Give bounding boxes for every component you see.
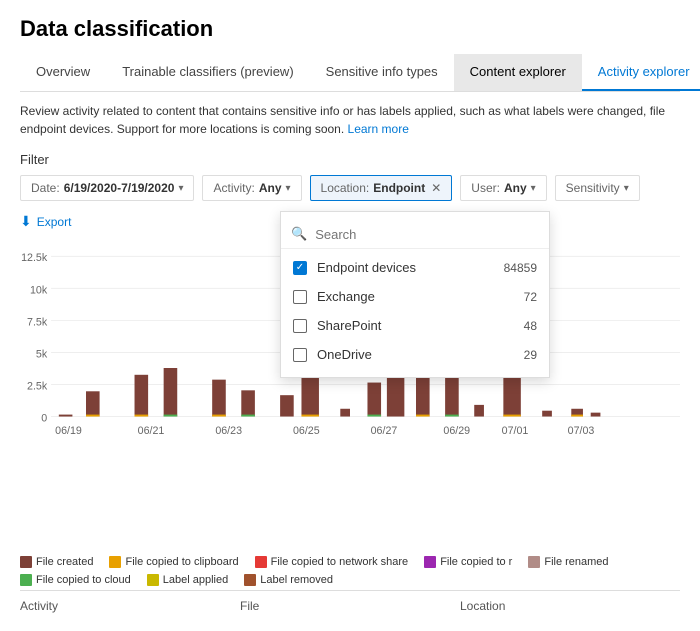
exchange-label: Exchange — [317, 289, 524, 304]
tab-content-explorer[interactable]: Content explorer — [454, 54, 582, 91]
description-text: Review activity related to content that … — [20, 104, 665, 118]
svg-text:07/01: 07/01 — [502, 425, 529, 437]
tab-trainable[interactable]: Trainable classifiers (preview) — [106, 54, 309, 91]
sensitivity-filter[interactable]: Sensitivity ▾ — [555, 175, 640, 201]
filter-bar: Date: 6/19/2020-7/19/2020 ▾ Activity: An… — [20, 175, 680, 201]
svg-text:06/19: 06/19 — [55, 425, 82, 437]
legend-color-file-created — [20, 556, 32, 568]
location-label: Location: — [321, 181, 370, 195]
page-title: Data classification — [20, 16, 680, 42]
export-label: Export — [37, 215, 72, 229]
location-close-icon[interactable]: ✕ — [431, 181, 441, 195]
tab-overview[interactable]: Overview — [20, 54, 106, 91]
activity-label: Activity: — [213, 181, 254, 195]
footer-col-location: Location — [460, 599, 680, 613]
svg-text:06/29: 06/29 — [443, 425, 470, 437]
svg-text:2.5k: 2.5k — [27, 380, 48, 392]
user-arrow-icon: ▾ — [531, 183, 536, 194]
svg-text:0: 0 — [41, 412, 47, 424]
footer-col-activity: Activity — [20, 599, 240, 613]
legend-color-file-renamed — [528, 556, 540, 568]
legend-item-file-copied-network: File copied to network share — [255, 556, 409, 568]
sharepoint-label: SharePoint — [317, 318, 524, 333]
footer-bar: Activity File Location — [20, 590, 680, 613]
search-icon: 🔍 — [291, 226, 307, 242]
description-text2: endpoint devices. Support for more locat… — [20, 122, 344, 136]
svg-text:10k: 10k — [30, 284, 48, 296]
legend-label-file-created: File created — [36, 556, 93, 568]
user-label: User: — [471, 181, 500, 195]
exchange-checkbox[interactable] — [293, 290, 307, 304]
onedrive-label: OneDrive — [317, 347, 524, 362]
date-arrow-icon: ▾ — [178, 183, 183, 194]
svg-text:5k: 5k — [36, 348, 48, 360]
location-dropdown: 🔍 Endpoint devices 84859 Exchange 72 Sha… — [280, 211, 550, 378]
date-value: 6/19/2020-7/19/2020 — [64, 181, 175, 195]
legend-label-file-copied-cloud: File copied to cloud — [36, 574, 131, 586]
tab-bar: Overview Trainable classifiers (preview)… — [20, 54, 680, 92]
date-filter[interactable]: Date: 6/19/2020-7/19/2020 ▾ — [20, 175, 194, 201]
svg-text:06/25: 06/25 — [293, 425, 320, 437]
learn-more-link[interactable]: Learn more — [348, 122, 409, 136]
activity-filter[interactable]: Activity: Any ▾ — [202, 175, 301, 201]
export-icon: ⬇ — [20, 213, 32, 230]
dropdown-item-sharepoint[interactable]: SharePoint 48 — [281, 311, 549, 340]
legend-item-file-copied-r: File copied to r — [424, 556, 512, 568]
onedrive-checkbox[interactable] — [293, 348, 307, 362]
legend-item-label-removed: Label removed — [244, 574, 333, 586]
description: Review activity related to content that … — [20, 102, 680, 138]
svg-text:7.5k: 7.5k — [27, 316, 48, 328]
endpoint-label: Endpoint devices — [317, 260, 504, 275]
svg-text:06/21: 06/21 — [138, 425, 165, 437]
endpoint-count: 84859 — [504, 261, 537, 275]
svg-text:06/27: 06/27 — [371, 425, 398, 437]
legend-label-label-removed: Label removed — [260, 574, 333, 586]
dropdown-item-exchange[interactable]: Exchange 72 — [281, 282, 549, 311]
onedrive-count: 29 — [524, 348, 537, 362]
legend-color-file-copied-clipboard — [109, 556, 121, 568]
location-value: Endpoint — [373, 181, 425, 195]
sensitivity-arrow-icon: ▾ — [624, 183, 629, 194]
legend-label-file-copied-r: File copied to r — [440, 556, 512, 568]
sharepoint-count: 48 — [524, 319, 537, 333]
legend-item-file-copied-cloud: File copied to cloud — [20, 574, 131, 586]
svg-text:06/23: 06/23 — [215, 425, 242, 437]
svg-text:07/03: 07/03 — [568, 425, 595, 437]
legend-item-label-applied: Label applied — [147, 574, 228, 586]
svg-text:12.5k: 12.5k — [21, 252, 48, 264]
filter-label: Filter — [20, 152, 680, 167]
legend-label-file-copied-clipboard: File copied to clipboard — [125, 556, 238, 568]
legend-label-label-applied: Label applied — [163, 574, 228, 586]
tab-activity-explorer[interactable]: Activity explorer — [582, 54, 700, 91]
user-value: Any — [504, 181, 527, 195]
exchange-count: 72 — [524, 290, 537, 304]
activity-arrow-icon: ▾ — [286, 183, 291, 194]
legend-label-file-renamed: File renamed — [544, 556, 608, 568]
tab-sensitive-info[interactable]: Sensitive info types — [310, 54, 454, 91]
legend-item-file-renamed: File renamed — [528, 556, 608, 568]
legend-item-file-copied-clipboard: File copied to clipboard — [109, 556, 238, 568]
legend-color-file-copied-network — [255, 556, 267, 568]
legend-color-file-copied-r — [424, 556, 436, 568]
sharepoint-checkbox[interactable] — [293, 319, 307, 333]
legend-color-file-copied-cloud — [20, 574, 32, 586]
legend-color-label-removed — [244, 574, 256, 586]
date-label: Date: — [31, 181, 60, 195]
legend-item-file-created: File created — [20, 556, 93, 568]
user-filter[interactable]: User: Any ▾ — [460, 175, 546, 201]
footer-col-file: File — [240, 599, 460, 613]
legend-label-file-copied-network: File copied to network share — [271, 556, 409, 568]
endpoint-checkbox[interactable] — [293, 261, 307, 275]
sensitivity-label: Sensitivity — [566, 181, 620, 195]
dropdown-item-endpoint[interactable]: Endpoint devices 84859 — [281, 253, 549, 282]
search-input[interactable] — [315, 227, 539, 242]
activity-value: Any — [259, 181, 282, 195]
dropdown-item-onedrive[interactable]: OneDrive 29 — [281, 340, 549, 369]
chart-legend: File created File copied to clipboard Fi… — [20, 556, 680, 586]
location-filter[interactable]: Location: Endpoint ✕ — [310, 175, 453, 201]
legend-color-label-applied — [147, 574, 159, 586]
dropdown-search-box: 🔍 — [281, 220, 549, 249]
